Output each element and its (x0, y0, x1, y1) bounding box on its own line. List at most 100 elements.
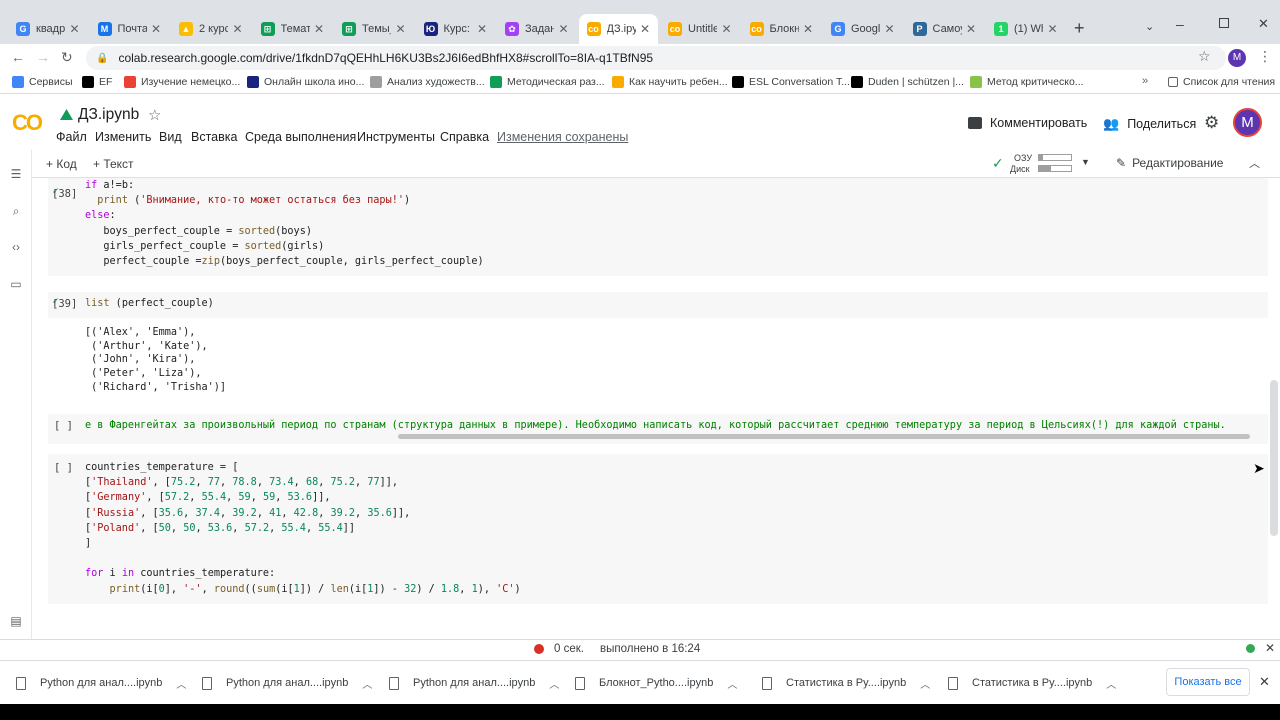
browser-tab[interactable]: co Блокн ✕ (742, 14, 822, 44)
code-editor[interactable]: list (perfect_couple) (85, 296, 214, 311)
menu-item[interactable]: Справка (440, 130, 489, 144)
menu-item[interactable]: Файл (56, 130, 87, 144)
download-item[interactable]: Статистика в Py....ipynb ︿ (948, 673, 1116, 693)
download-item[interactable]: Python для анал....ipynb ︿ (16, 673, 186, 693)
browser-tab[interactable]: M Почта ✕ (90, 14, 170, 44)
download-options-chevron-icon[interactable]: ︿ (362, 676, 372, 691)
tab-close-icon[interactable]: ✕ (558, 22, 568, 36)
files-folder-icon[interactable]: ▭ (9, 277, 23, 291)
download-options-chevron-icon[interactable]: ︿ (549, 676, 559, 691)
address-bar[interactable]: 🔒 colab.research.google.com/drive/1fkdnD… (86, 46, 1226, 70)
tab-close-icon[interactable]: ✕ (966, 22, 976, 36)
add-text-button[interactable]: + Текст (93, 157, 134, 171)
tab-close-icon[interactable]: ✕ (151, 22, 161, 36)
close-status-icon[interactable]: ✕ (1265, 641, 1275, 655)
menu-item[interactable]: Среда выполнения (245, 130, 356, 144)
close-downloads-icon[interactable]: ✕ (1259, 674, 1270, 690)
tab-close-icon[interactable]: ✕ (69, 22, 79, 36)
search-icon[interactable]: ⌕ (9, 204, 23, 218)
share-button[interactable]: 👥 Поделиться (1103, 116, 1196, 132)
show-all-downloads-button[interactable]: Показать все (1166, 668, 1250, 696)
browser-tab[interactable]: ▲ 2 курс ✕ (171, 14, 251, 44)
browser-tab[interactable]: ⊞ Темати ✕ (253, 14, 333, 44)
download-options-chevron-icon[interactable]: ︿ (176, 676, 186, 691)
code-editor[interactable]: if a!=b: print ('Внимание, кто-то может … (85, 178, 484, 269)
browser-tab[interactable]: ✿ Задани✕ (497, 14, 577, 44)
code-cell-38[interactable]: ✓ [38] if a!=b: print ('Внимание, кто-то… (48, 178, 1268, 276)
download-item[interactable]: Python для анал....ipynb ︿ (202, 673, 372, 693)
bookmark-item[interactable]: EF (82, 76, 112, 88)
reading-list[interactable]: Список для чтения (1168, 76, 1275, 88)
tab-search-icon[interactable]: ⌄ (1145, 20, 1154, 33)
tab-close-icon[interactable]: ✕ (314, 22, 324, 36)
menu-item[interactable]: Изменить (95, 130, 151, 144)
bookmark-item[interactable]: Анализ художеств... (370, 76, 485, 88)
tab-close-icon[interactable]: ✕ (721, 22, 731, 36)
browser-tab[interactable]: G Google✕ (823, 14, 903, 44)
more-bookmarks-icon[interactable]: » (1142, 75, 1148, 87)
tab-close-icon[interactable]: ✕ (803, 22, 813, 36)
bookmark-item[interactable]: Онлайн школа ино... (247, 76, 364, 88)
bookmark-item[interactable]: Сервисы (12, 76, 73, 88)
download-options-chevron-icon[interactable]: ︿ (1106, 676, 1116, 691)
forward-icon[interactable]: → (36, 49, 50, 65)
collapse-header-icon[interactable]: ︿ (1249, 155, 1260, 171)
profile-avatar[interactable]: M (1228, 49, 1246, 67)
tab-close-icon[interactable]: ✕ (395, 22, 405, 36)
code-cell-39[interactable]: ✓ [39] list (perfect_couple) (48, 292, 1268, 318)
bookmark-item[interactable]: Изучение немецко... (124, 76, 240, 88)
settings-gear-icon[interactable]: ⚙ (1204, 113, 1219, 133)
account-avatar[interactable]: M (1233, 108, 1262, 137)
browser-tab[interactable]: co Untitle ✕ (660, 14, 740, 44)
bookmark-item[interactable]: Методическая раз... (490, 76, 605, 88)
menu-item[interactable]: Инструменты (357, 130, 435, 144)
close-window-button[interactable]: ✕ (1258, 16, 1269, 32)
download-options-chevron-icon[interactable]: ︿ (920, 676, 930, 691)
tab-close-icon[interactable]: ✕ (477, 22, 487, 36)
bookmark-item[interactable]: Метод критическо... (970, 76, 1084, 88)
tab-close-icon[interactable]: ✕ (1047, 22, 1057, 36)
browser-menu-icon[interactable]: ⋮ (1258, 48, 1272, 65)
vertical-scrollbar[interactable] (1270, 380, 1278, 536)
menu-item[interactable]: Вид (159, 130, 182, 144)
add-code-button[interactable]: + Код (46, 157, 77, 171)
colab-logo[interactable]: CO (12, 110, 43, 136)
menu-item[interactable]: Вставка (191, 130, 237, 144)
reload-icon[interactable]: ↻ (61, 49, 73, 66)
download-item[interactable]: Статистика в Py....ipynb ︿ (762, 673, 930, 693)
notebook-title[interactable]: ДЗ.ipynb (78, 106, 139, 124)
code-cell-task-description[interactable]: [ ] е в Фаренгейтах за произвольный пери… (48, 414, 1268, 444)
star-icon[interactable]: ☆ (148, 106, 161, 124)
browser-tab[interactable]: 1 (1) Wh ✕ (986, 14, 1066, 44)
table-of-contents-icon[interactable]: ☰ (9, 167, 23, 181)
browser-tab[interactable]: Ю Курс: К ✕ (416, 14, 496, 44)
code-editor[interactable]: countries_temperature = [ ['Thailand', [… (85, 460, 521, 597)
ram-meter[interactable] (1038, 154, 1072, 161)
code-snippets-icon[interactable]: ‹› (9, 240, 23, 254)
horizontal-scrollbar[interactable] (398, 434, 1250, 439)
download-item[interactable]: Python для анал....ipynb ︿ (389, 673, 559, 693)
back-icon[interactable]: ← (11, 49, 25, 65)
browser-tab[interactable]: ⊞ Темы_ ✕ (334, 14, 414, 44)
browser-tab[interactable]: co ДЗ.ipy ✕ (578, 14, 658, 44)
tab-close-icon[interactable]: ✕ (640, 22, 650, 36)
disk-meter[interactable] (1038, 165, 1072, 172)
download-item[interactable]: Блокнот_Pytho....ipynb ︿ (575, 673, 737, 693)
maximize-button[interactable] (1219, 18, 1229, 28)
browser-tab[interactable]: P Самоу ✕ (905, 14, 985, 44)
tab-close-icon[interactable]: ✕ (232, 22, 242, 36)
browser-tab[interactable]: Gквадр ✕ (8, 14, 88, 44)
code-cell-countries-temperature[interactable]: [ ] countries_temperature = [ ['Thailand… (48, 454, 1268, 604)
bookmark-item[interactable]: Как научить ребен... (612, 76, 728, 88)
code-editor[interactable]: е в Фаренгейтах за произвольный период п… (85, 418, 1226, 433)
comment-button[interactable]: Комментировать (968, 116, 1087, 130)
bookmark-item[interactable]: ESL Conversation T... (732, 76, 850, 88)
runtime-dropdown-icon[interactable]: ▼ (1081, 157, 1090, 167)
tab-close-icon[interactable]: ✕ (884, 22, 894, 36)
minimize-button[interactable]: – (1176, 16, 1184, 32)
saved-status[interactable]: Изменения сохранены (497, 130, 628, 144)
terminal-icon[interactable]: ▤ (9, 614, 23, 628)
bookmark-item[interactable]: Duden | schützen |... (851, 76, 964, 88)
new-tab-button[interactable]: + (1074, 18, 1085, 39)
edit-mode-button[interactable]: ✎ Редактирование (1116, 156, 1223, 170)
